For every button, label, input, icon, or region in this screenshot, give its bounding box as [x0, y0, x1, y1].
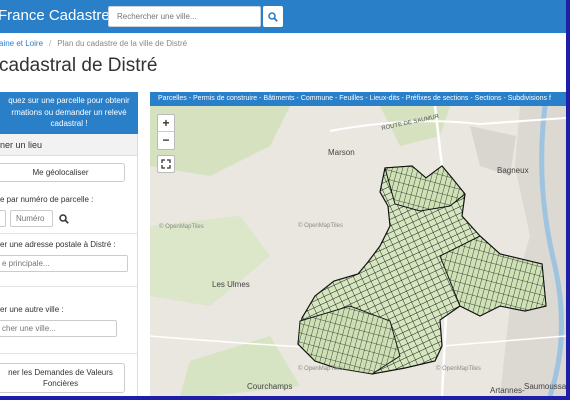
map-canvas[interactable]	[150, 106, 566, 396]
place-label-saumoussay: Saumoussay	[524, 382, 566, 391]
info-callout-line: cadastral !	[50, 119, 88, 129]
parcel-search-label: e par numéro de parcelle :	[0, 195, 94, 204]
geolocate-button[interactable]: Me géolocaliser	[0, 163, 125, 182]
browser-frame: France Cadastre aine et Loire / Plan du ca…	[0, 0, 566, 396]
address-input[interactable]	[0, 255, 128, 272]
breadcrumb-current: Plan du cadastre de la ville de Distré	[57, 39, 188, 48]
place-label-artannes: Artannes-	[490, 386, 525, 395]
parcel-number-input[interactable]	[10, 210, 53, 227]
zoom-in-button[interactable]: +	[158, 115, 174, 132]
dvf-request-button[interactable]: ner les Demandes de Valeurs Foncières	[0, 363, 125, 393]
sidebar-heading: ner un lieu	[0, 134, 137, 156]
info-callout-line: rmations ou demander un relevé	[11, 107, 127, 117]
breadcrumb: aine et Loire / Plan du cadastre de la vil…	[0, 39, 187, 48]
zoom-out-button[interactable]: −	[158, 132, 174, 149]
info-callout: quez sur une parcelle pour obtenir rmati…	[0, 92, 138, 134]
divider	[0, 286, 137, 287]
dvf-button-label: ner les Demandes de Valeurs	[8, 368, 113, 377]
place-label-marson: Marson	[328, 148, 355, 157]
info-callout-line: quez sur une parcelle pour obtenir	[8, 96, 130, 105]
zoom-control: + −	[157, 114, 175, 150]
divider	[0, 233, 137, 234]
map-watermark: © OpenMapTiles	[159, 224, 204, 230]
divider	[0, 353, 137, 354]
map-watermark: © OpenMapTiles	[436, 366, 481, 372]
map-watermark: © OpenMapTiles	[298, 223, 343, 229]
place-label-courchamps: Courchamps	[247, 382, 293, 391]
breadcrumb-separator: /	[49, 39, 52, 48]
breadcrumb-department-link[interactable]: aine et Loire	[0, 39, 43, 48]
city-search-input[interactable]	[108, 6, 261, 27]
map-watermark: © OpenMapTiles	[298, 366, 343, 372]
fullscreen-icon	[161, 159, 171, 169]
dvf-button-label: Foncières	[42, 379, 79, 389]
location-sidebar: ner un lieu Me géolocaliser e par numéro…	[0, 134, 138, 396]
map-layers-bar[interactable]: Parcelles - Permis de construire - Bâtim…	[150, 92, 566, 106]
top-navbar: France Cadastre	[0, 0, 566, 33]
place-label-les-ulmes: Les Ulmes	[212, 280, 250, 289]
cadastre-map[interactable]: Marson Bagneux Les Ulmes Courchamps Arta…	[150, 106, 566, 396]
other-city-label: er une autre ville :	[0, 305, 64, 314]
search-icon[interactable]	[59, 214, 69, 224]
section-input[interactable]	[0, 210, 6, 227]
site-brand[interactable]: France Cadastre	[0, 7, 110, 24]
other-city-input[interactable]	[0, 320, 117, 337]
address-search-label: er une adresse postale à Distré :	[0, 240, 116, 249]
page-title: cadastral de Distré	[0, 55, 158, 76]
fullscreen-button[interactable]	[157, 155, 175, 173]
search-icon	[268, 11, 278, 22]
search-button[interactable]	[263, 6, 283, 27]
place-label-bagneux: Bagneux	[497, 166, 529, 175]
